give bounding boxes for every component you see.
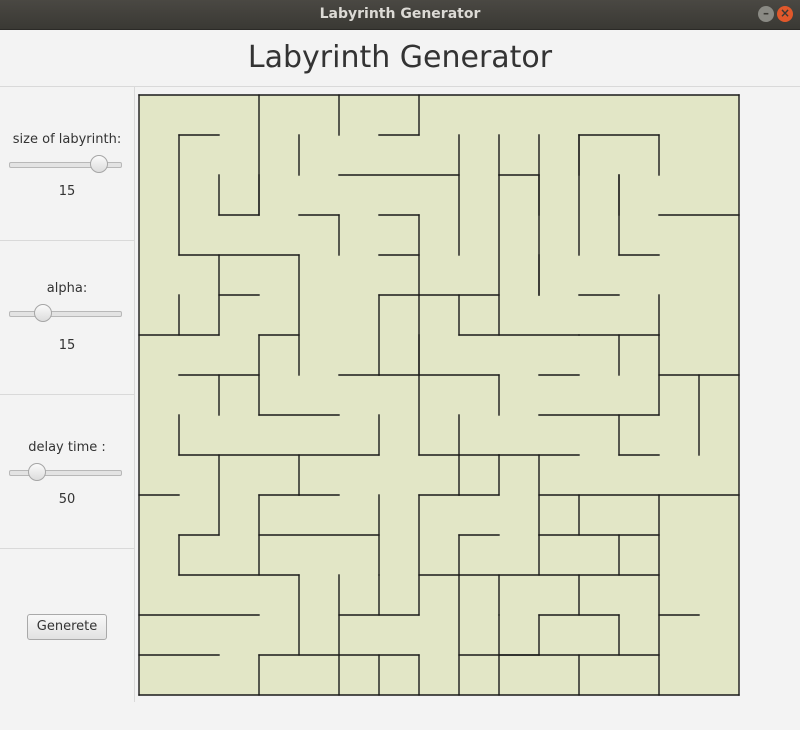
controls-sidebar: size of labyrinth: 15 alpha: 15 delay ti… bbox=[0, 87, 135, 702]
alpha-label: alpha: bbox=[46, 281, 88, 296]
generate-button[interactable]: Generete bbox=[27, 614, 107, 640]
alpha-slider[interactable] bbox=[9, 304, 122, 324]
close-icon: × bbox=[779, 6, 791, 20]
slider-track bbox=[9, 470, 122, 476]
window-titlebar: Labyrinth Generator – × bbox=[0, 0, 800, 30]
delay-slider[interactable] bbox=[9, 463, 122, 483]
labyrinth-canvas bbox=[138, 94, 740, 696]
minimize-icon: – bbox=[763, 6, 769, 20]
minimize-button[interactable]: – bbox=[758, 6, 774, 22]
app-header: Labyrinth Generator bbox=[0, 30, 800, 87]
size-slider[interactable] bbox=[9, 155, 122, 175]
slider-thumb[interactable] bbox=[33, 304, 52, 322]
labyrinth-background bbox=[139, 95, 739, 695]
page-title: Labyrinth Generator bbox=[247, 40, 553, 75]
delay-value: 50 bbox=[58, 492, 76, 507]
slider-thumb[interactable] bbox=[90, 155, 109, 173]
size-label: size of labyrinth: bbox=[12, 132, 122, 147]
window-title: Labyrinth Generator bbox=[319, 6, 481, 22]
delay-label: delay time : bbox=[28, 440, 106, 455]
alpha-value: 15 bbox=[58, 338, 76, 353]
slider-track bbox=[9, 311, 122, 317]
size-section: size of labyrinth: 15 bbox=[0, 87, 134, 241]
close-button[interactable]: × bbox=[777, 6, 793, 22]
alpha-section: alpha: 15 bbox=[0, 241, 134, 395]
slider-thumb[interactable] bbox=[28, 463, 47, 481]
size-value: 15 bbox=[58, 184, 76, 199]
delay-section: delay time : 50 bbox=[0, 395, 134, 549]
